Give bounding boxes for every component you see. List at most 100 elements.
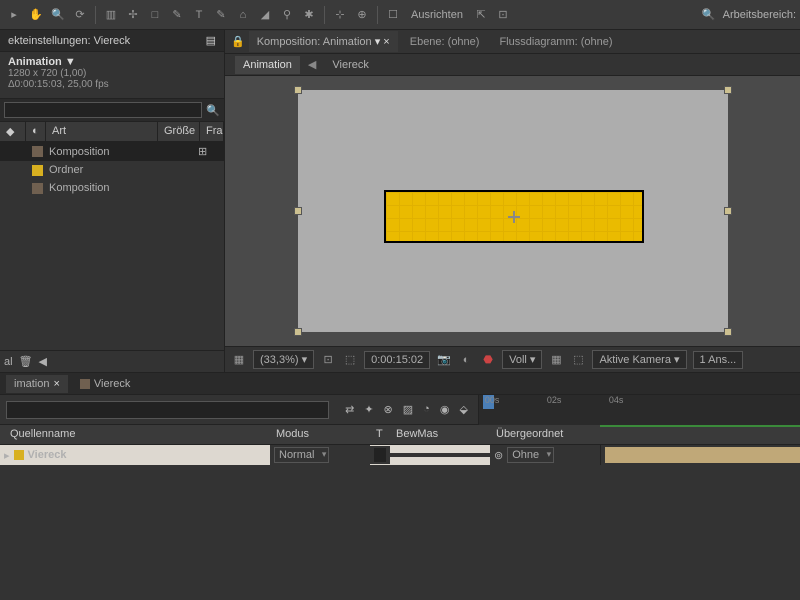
project-item[interactable]: Komposition	[0, 179, 224, 197]
lock-icon[interactable]: 🔒	[231, 35, 245, 48]
work-area-bar[interactable]	[600, 425, 800, 427]
col-fra[interactable]: Fra	[200, 122, 224, 141]
checkbox-icon[interactable]: ☐	[383, 5, 403, 25]
handle-bl[interactable]	[294, 328, 302, 336]
zoom-tool-icon[interactable]: 🔍	[48, 5, 68, 25]
eraser-tool-icon[interactable]: ◢	[255, 5, 275, 25]
comp-mini-flow-icon[interactable]: ⇄	[345, 403, 354, 416]
handle-mr[interactable]	[724, 207, 732, 215]
resolution-icon[interactable]: ⊡	[320, 352, 336, 368]
graph-editor-icon[interactable]: ◉	[440, 403, 450, 416]
views-dropdown[interactable]: 1 Ans...	[693, 351, 744, 369]
timeline-tab[interactable]: imation ×	[6, 375, 68, 393]
clone-tool-icon[interactable]: ⌂	[233, 5, 253, 25]
tab-flowchart[interactable]: Flussdiagramm: (ohne)	[491, 32, 620, 52]
roto-tool-icon[interactable]: ⚲	[277, 5, 297, 25]
type-tool-icon[interactable]: T	[189, 5, 209, 25]
layer-color-swatch[interactable]	[14, 450, 24, 460]
comp-duration: Δ0:00:15:03, 25,00 fps	[8, 79, 216, 90]
grid-icon[interactable]: ▦	[231, 352, 247, 368]
canvas[interactable]	[298, 90, 728, 332]
bpc-label[interactable]: al	[4, 356, 13, 368]
camera-tool-icon[interactable]: ▥	[101, 5, 121, 25]
tab-layer[interactable]: Ebene: (ohne)	[402, 32, 488, 52]
project-item[interactable]: Ordner	[0, 161, 224, 179]
frame-blend-icon[interactable]: ⊗	[384, 403, 393, 416]
project-search-input[interactable]	[4, 102, 202, 118]
trash-icon[interactable]: 🗑	[19, 355, 33, 368]
parent-dropdown[interactable]: Ohne	[507, 447, 554, 463]
local-axis-icon[interactable]: ⊹	[330, 5, 350, 25]
resolution-dropdown[interactable]: Voll ▾	[502, 350, 542, 369]
roi-icon[interactable]: ⬚	[342, 352, 358, 368]
brainstorm-icon[interactable]: ◔	[423, 403, 430, 416]
col-label-icon[interactable]: ◐	[26, 122, 46, 141]
camera-dropdown[interactable]: Aktive Kamera ▾	[592, 350, 686, 369]
transparency-icon[interactable]: ▦	[548, 352, 564, 368]
col-source[interactable]: Quellenname	[0, 425, 270, 444]
composition-viewer[interactable]	[225, 76, 800, 346]
handle-br[interactable]	[724, 328, 732, 336]
timeline-layer-row[interactable]: ▸ Viereck Normal ⊚ Ohne	[0, 445, 800, 465]
snap-grid-icon[interactable]: ⊡	[493, 5, 513, 25]
mask-tool-icon[interactable]: □	[145, 5, 165, 25]
brush-tool-icon[interactable]: ✎	[211, 5, 231, 25]
project-list: 🔍 ◆ ◐ Art Größe Fra Komposition ⊞ Ordner	[0, 98, 224, 350]
handle-tr[interactable]	[724, 86, 732, 94]
layer-name[interactable]: Viereck	[28, 449, 67, 461]
motion-blur-icon[interactable]: ▨	[403, 403, 413, 416]
panel-tab-title[interactable]: ekteinstellungen: Viereck	[8, 35, 130, 47]
snap-icon[interactable]: ⇱	[471, 5, 491, 25]
panel-menu-icon[interactable]: ▤	[206, 34, 216, 47]
ruler-tick: 02s	[547, 395, 562, 405]
scroll-left-icon[interactable]: ◀	[39, 355, 47, 368]
project-panel: ekteinstellungen: Viereck ▤ Animation ▼ …	[0, 30, 225, 372]
layer-clip[interactable]	[605, 447, 800, 463]
main-toolbar: ▸ ✋ 🔍 ⟳ ▥ ✢ □ ✎ T ✎ ⌂ ◢ ⚲ ✱ ⊹ ⊕ ☐ Ausric…	[0, 0, 800, 30]
separator	[95, 6, 96, 24]
timeline-search-input[interactable]	[6, 401, 329, 419]
col-size[interactable]: Größe	[158, 122, 200, 141]
draft3d-icon[interactable]: ✦	[364, 403, 373, 416]
shape-rectangle[interactable]	[384, 190, 644, 243]
col-bewmas[interactable]: BewMas	[390, 425, 490, 444]
timeline-controls: ⇄ ✦ ⊗ ▨ ◔ ◉ ⬙ 00s 02s 04s	[0, 395, 800, 425]
breadcrumb-item[interactable]: Viereck	[324, 56, 376, 74]
handle-tl[interactable]	[294, 86, 302, 94]
pickwhip-icon[interactable]: ⊚	[494, 449, 503, 462]
pen-tool-icon[interactable]: ✎	[167, 5, 187, 25]
comp-title[interactable]: Animation ▼	[8, 56, 216, 68]
channel-icon[interactable]: ◐	[458, 352, 474, 368]
3d-icon[interactable]: ⬚	[570, 352, 586, 368]
tab-composition[interactable]: Komposition: Animation ▾ ×	[249, 31, 398, 52]
col-mode[interactable]: Modus	[270, 425, 370, 444]
zoom-dropdown[interactable]: (33,3%) ▾	[253, 350, 314, 369]
pan-behind-tool-icon[interactable]: ✢	[123, 5, 143, 25]
flowchart-icon[interactable]: ⊞	[198, 145, 218, 158]
search-icon[interactable]: 🔍	[699, 5, 719, 25]
search-icon[interactable]: 🔍	[206, 104, 220, 117]
twirl-icon[interactable]: ▸	[4, 449, 10, 462]
color-mgmt-icon[interactable]: ⬣	[480, 352, 496, 368]
auto-keyframe-icon[interactable]: ⬙	[459, 403, 467, 416]
timeline-tab[interactable]: Viereck	[72, 375, 138, 393]
breadcrumb-item[interactable]: Animation	[235, 56, 300, 74]
selection-tool-icon[interactable]: ▸	[4, 5, 24, 25]
world-axis-icon[interactable]: ⊕	[352, 5, 372, 25]
col-t[interactable]: T	[370, 425, 390, 444]
handle-ml[interactable]	[294, 207, 302, 215]
col-type[interactable]: Art	[46, 122, 158, 141]
time-ruler[interactable]: 00s 02s 04s	[478, 395, 800, 425]
project-item[interactable]: Komposition ⊞	[0, 142, 224, 161]
col-icon[interactable]: ◆	[0, 122, 26, 141]
puppet-tool-icon[interactable]: ✱	[299, 5, 319, 25]
mode-dropdown[interactable]: Normal	[274, 447, 329, 463]
col-parent[interactable]: Übergeordnet	[490, 425, 600, 444]
anchor-point-icon[interactable]	[508, 211, 520, 223]
layer-track[interactable]	[600, 445, 800, 465]
rotate-tool-icon[interactable]: ⟳	[70, 5, 90, 25]
track-matte-toggle[interactable]	[374, 448, 386, 462]
time-display[interactable]: 0:00:15:02	[364, 351, 430, 369]
hand-tool-icon[interactable]: ✋	[26, 5, 46, 25]
snapshot-icon[interactable]: 📷	[436, 352, 452, 368]
